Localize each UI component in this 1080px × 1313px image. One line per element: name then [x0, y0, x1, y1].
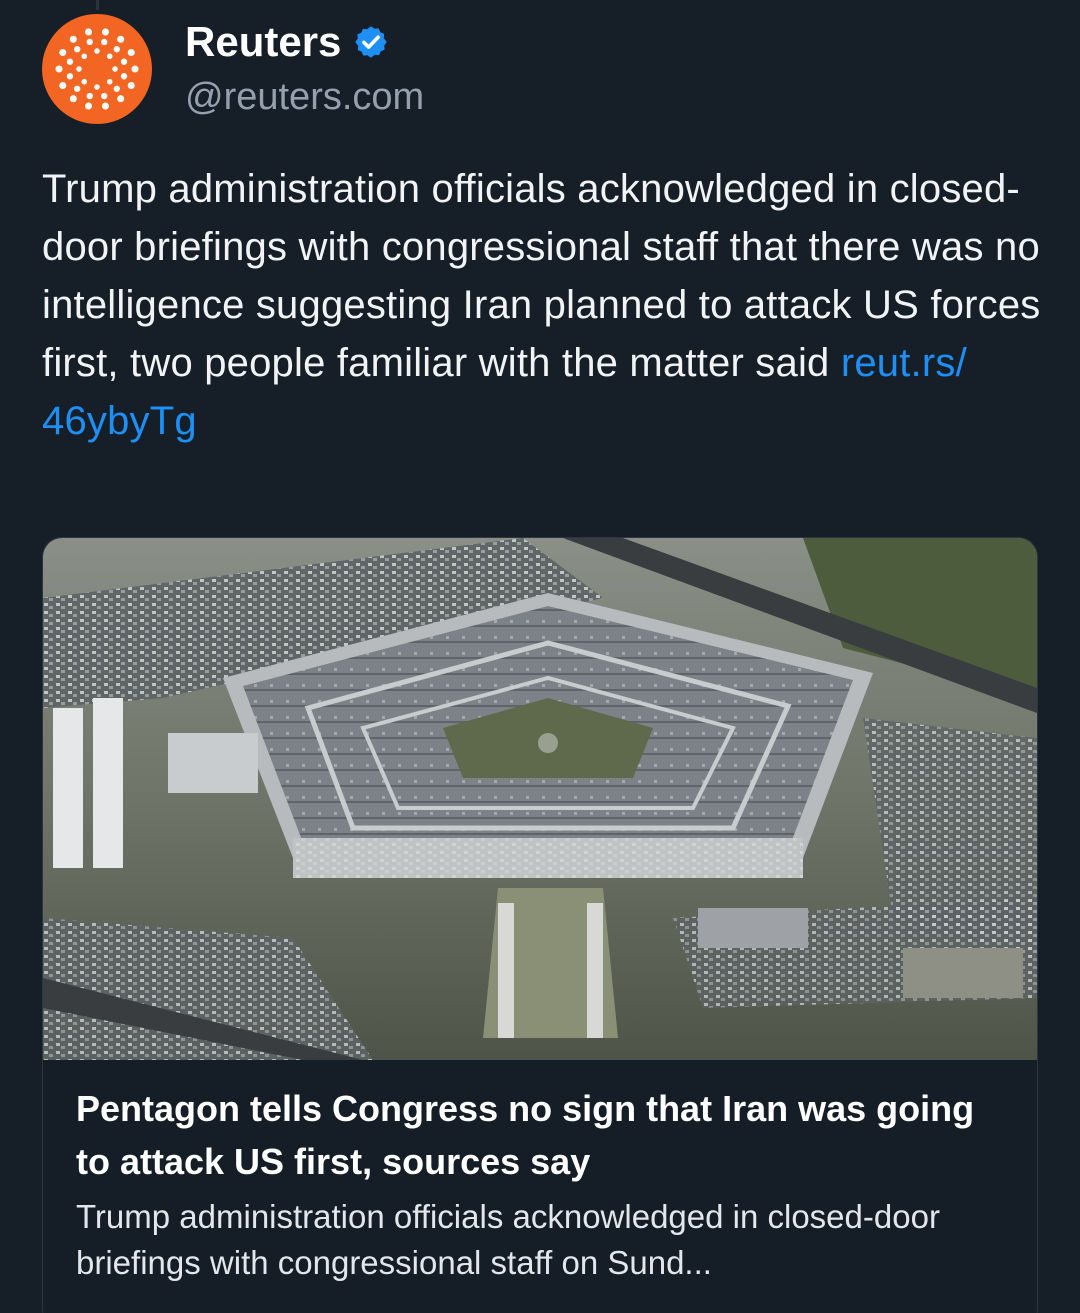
display-name[interactable]: Reuters [185, 16, 341, 68]
avatar[interactable] [42, 14, 152, 124]
card-title: Pentagon tells Congress no sign that Ira… [76, 1088, 975, 1182]
link-card[interactable]: Pentagon tells Congress no sign that Ira… [42, 537, 1038, 1313]
card-body: Pentagon tells Congress no sign that Ira… [76, 1082, 1016, 1286]
display-name-row: Reuters [185, 16, 424, 68]
author-names: Reuters @reuters.com [185, 16, 424, 122]
card-description: Trump administration officials acknowled… [76, 1198, 940, 1281]
reuters-logo-icon [55, 28, 139, 110]
author-handle[interactable]: @reuters.com [185, 72, 424, 122]
post: Reuters @reuters.com Trump administratio… [0, 0, 1080, 1313]
post-header: Reuters @reuters.com [42, 14, 424, 124]
post-text: Trump administration officials acknowled… [42, 160, 1052, 450]
verified-check-icon [355, 26, 388, 58]
pentagon-aerial-photo-icon [43, 538, 1037, 1060]
thread-line [96, 0, 99, 10]
